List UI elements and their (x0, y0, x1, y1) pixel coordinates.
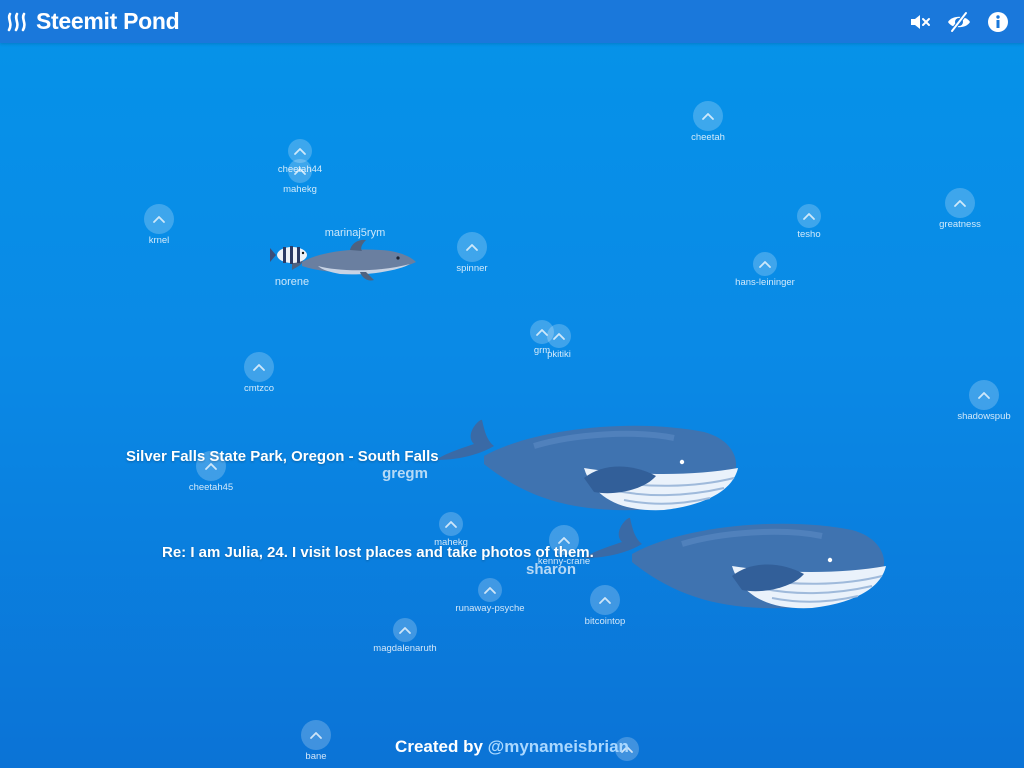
whale-author-label: gregm (382, 465, 428, 482)
username-label: magdalenaruth (373, 643, 437, 654)
user-bubble[interactable]: tesho (754, 204, 864, 240)
chevron-up-icon[interactable] (797, 204, 821, 228)
top-actions (907, 0, 1024, 43)
chevron-up-icon[interactable] (457, 232, 487, 262)
username-label: greatness (939, 219, 981, 230)
user-bubble[interactable]: runaway-psyche (435, 578, 545, 614)
whale-author-label: sharon (525, 561, 577, 578)
pond-canvas[interactable]: Steemit Pond cheetah cheetah44 mahekg kr… (0, 0, 1024, 768)
eye-slash-icon[interactable] (946, 9, 972, 35)
chevron-up-icon[interactable] (478, 578, 502, 602)
user-bubble[interactable]: cheetah (653, 101, 763, 143)
user-bubble[interactable]: krnel (104, 204, 214, 246)
username-label: hans-leininger (735, 277, 795, 288)
app-title[interactable]: Steemit Pond (36, 8, 180, 35)
username-label: spinner (456, 263, 488, 274)
username-label: cmtzco (243, 383, 275, 394)
user-bubble[interactable]: mahekg (396, 512, 506, 548)
username-label: krnel (148, 235, 170, 246)
username-label: runaway-psyche (455, 603, 525, 614)
chevron-up-icon[interactable] (439, 512, 463, 536)
chevron-up-icon[interactable] (244, 352, 274, 382)
whale-sprite[interactable] (582, 514, 894, 610)
username-label: pkitiki (547, 349, 571, 360)
clownfish-sprite[interactable] (270, 244, 312, 266)
user-bubble[interactable]: mahekg (245, 159, 355, 195)
user-bubble[interactable]: pkitiki (504, 324, 614, 360)
post-title[interactable]: Silver Falls State Park, Oregon - South … (126, 448, 439, 465)
top-bar: Steemit Pond (0, 0, 1024, 43)
user-bubble[interactable]: shadowspub (929, 380, 1024, 422)
username-label: cheetah45 (188, 482, 234, 493)
fish-username-label: norene (274, 276, 310, 288)
username-label: mahekg (283, 184, 317, 195)
chevron-up-icon[interactable] (969, 380, 999, 410)
user-bubble[interactable]: spinner (417, 232, 527, 274)
username-label: shadowspub (957, 411, 1011, 422)
user-bubble[interactable]: cmtzco (204, 352, 314, 394)
author-link[interactable]: @mynameisbrian (488, 737, 629, 756)
footer-created-by: Created by (395, 737, 488, 756)
chevron-up-icon[interactable] (693, 101, 723, 131)
username-label: tesho (797, 229, 821, 240)
speaker-muted-icon[interactable] (907, 9, 933, 35)
whale-sprite[interactable] (434, 416, 746, 514)
user-bubble[interactable]: magdalenaruth (350, 618, 460, 654)
fish-username-label: marinaj5rym (324, 227, 386, 239)
steem-logo-icon[interactable] (6, 11, 32, 33)
username-label: cheetah (691, 132, 725, 143)
user-bubble[interactable]: greatness (905, 188, 1015, 230)
info-icon[interactable] (985, 9, 1011, 35)
chevron-up-icon[interactable] (753, 252, 777, 276)
user-bubble[interactable]: hans-leininger (710, 252, 820, 288)
chevron-up-icon[interactable] (945, 188, 975, 218)
footer-credit: Created by @mynameisbrian (0, 737, 1024, 757)
chevron-up-icon[interactable] (288, 159, 312, 183)
chevron-up-icon[interactable] (547, 324, 571, 348)
chevron-up-icon[interactable] (144, 204, 174, 234)
post-title[interactable]: Re: I am Julia, 24. I visit lost places … (162, 544, 594, 561)
username-label: bitcointop (584, 616, 626, 627)
chevron-up-icon[interactable] (393, 618, 417, 642)
